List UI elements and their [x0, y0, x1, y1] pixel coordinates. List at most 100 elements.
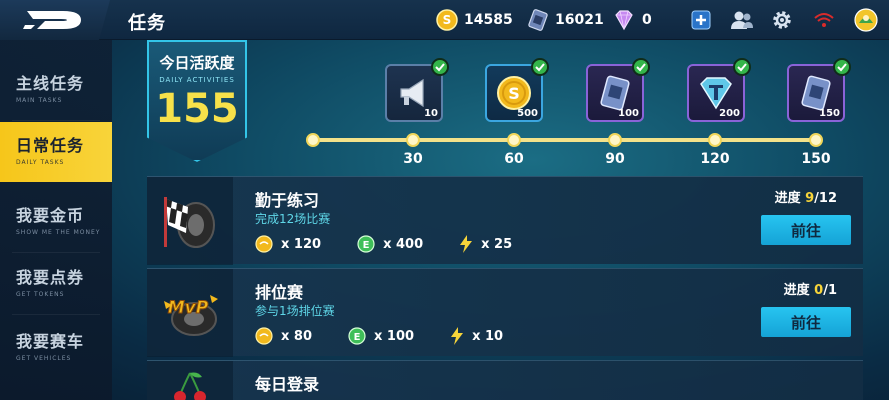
- mvp-tire-icon: MvP: [164, 295, 218, 336]
- milestone-reward-120[interactable]: 200: [687, 58, 751, 122]
- energy-reward: x 10: [450, 327, 503, 345]
- sidebar-item-sublabel: GET VEHICLES: [16, 355, 72, 362]
- coin-reward: x 120: [255, 235, 321, 253]
- card-icon: [528, 9, 548, 31]
- progress-current: 0: [814, 283, 824, 298]
- task-title: 每日登录: [255, 375, 320, 394]
- checkered-flag-tire-icon: [164, 197, 215, 248]
- track-label: 30: [403, 151, 423, 167]
- svg-text:S: S: [508, 84, 520, 103]
- plus-icon[interactable]: [689, 8, 713, 32]
- milestone-reward-60[interactable]: S 500: [485, 58, 549, 122]
- sidebar-item-label: 我要赛车: [16, 332, 85, 351]
- reward-quantity: 10: [424, 108, 438, 119]
- reward-quantity: 500: [517, 108, 538, 119]
- exp-reward-amount: x 400: [383, 236, 424, 252]
- friends-icon[interactable]: [730, 8, 754, 32]
- divider: [12, 252, 100, 253]
- go-button[interactable]: 前往: [761, 307, 851, 337]
- check-icon: [632, 58, 650, 76]
- gear-icon[interactable]: [770, 8, 794, 32]
- track-label: 60: [504, 151, 524, 167]
- sidebar-item-get-vehicles[interactable]: 我要赛车 GET VEHICLES: [0, 318, 112, 378]
- top-bar: 任务 S 14585 16021 0: [0, 0, 889, 40]
- sidebar-item-label: 主线任务: [16, 74, 85, 93]
- svg-text:MvP: MvP: [168, 298, 209, 318]
- wifi-signal-icon: [812, 8, 836, 32]
- card-icon: [600, 75, 630, 111]
- sidebar-item-label: 我要点券: [16, 268, 85, 287]
- sidebar-item-main-tasks[interactable]: 主线任务 MAIN TASKS: [0, 60, 112, 120]
- exp-reward: E x 100: [348, 327, 414, 345]
- diamond-balance: 0: [612, 8, 652, 32]
- card-count: 16021: [555, 12, 604, 28]
- svg-text:E: E: [354, 332, 361, 343]
- sidebar-item-sublabel: GET TOKENS: [16, 291, 65, 298]
- check-icon: [833, 58, 851, 76]
- task-card: MvP 排位赛 参与1场排位赛 x 80 E x 100 x 10 进度 0/1…: [147, 268, 863, 357]
- track-start-dot: [306, 133, 320, 147]
- page-title: 任务: [128, 13, 166, 34]
- sidebar-item-get-tokens[interactable]: 我要点券 GET TOKENS: [0, 254, 112, 314]
- task-title: 勤于练习: [255, 191, 320, 210]
- task-card: 勤于练习 完成12场比赛 x 120 E x 400 x 25 进度 9/12 …: [147, 176, 863, 265]
- track-dot-150: [809, 133, 823, 147]
- track-dot-30: [406, 133, 420, 147]
- milestone-reward-90[interactable]: 100: [586, 58, 650, 122]
- task-icon-block: [147, 361, 233, 400]
- coin-balance: S 14585: [436, 8, 513, 32]
- sidebar-item-sublabel: MAIN TASKS: [16, 97, 63, 104]
- energy-reward: x 25: [459, 235, 512, 253]
- sidebar-item-sublabel: DAILY TASKS: [16, 159, 65, 166]
- coin-icon: [255, 235, 273, 253]
- avatar-icon[interactable]: [854, 8, 878, 32]
- lightning-icon: [460, 235, 473, 253]
- progress-current: 9: [805, 191, 815, 206]
- diamond-card-icon: [700, 77, 732, 110]
- svg-text:E: E: [363, 240, 370, 251]
- speaker-icon: [400, 78, 424, 108]
- activity-progress-track: [312, 138, 816, 142]
- sidebar-item-daily-tasks[interactable]: 日常任务 DAILY TASKS: [0, 122, 112, 182]
- go-button[interactable]: 前往: [761, 215, 851, 245]
- svg-text:S: S: [443, 13, 452, 27]
- progress-total: /12: [814, 191, 837, 206]
- divider: [12, 120, 100, 121]
- cherry-icon: [174, 372, 206, 400]
- progress-label: 进度: [783, 283, 810, 298]
- coin-reward-amount: x 80: [281, 328, 313, 344]
- sidebar-item-get-coins[interactable]: 我要金币 SHOW ME THE MONEY: [0, 192, 112, 252]
- milestone-reward-30[interactable]: 10: [385, 58, 449, 122]
- reward-quantity: 200: [719, 108, 740, 119]
- track-dot-120: [708, 133, 722, 147]
- coin-count: 14585: [464, 12, 513, 28]
- milestone-reward-150[interactable]: 150: [787, 58, 851, 122]
- card-balance: 16021: [527, 8, 604, 32]
- coin-reward-amount: x 120: [281, 236, 322, 252]
- reward-quantity: 150: [819, 108, 840, 119]
- check-icon: [531, 58, 549, 76]
- task-card: 每日登录: [147, 360, 863, 400]
- track-dot-90: [608, 133, 622, 147]
- energy-reward-amount: x 25: [481, 236, 513, 252]
- coin-icon: S: [497, 76, 531, 110]
- lightning-icon: [451, 327, 464, 345]
- exp-icon: E: [348, 327, 366, 345]
- track-label: 150: [801, 151, 831, 167]
- game-logo-icon[interactable]: [0, 0, 110, 40]
- progress-label: 进度: [774, 191, 801, 206]
- task-progress: 进度 0/1: [784, 279, 837, 298]
- check-icon: [733, 58, 751, 76]
- check-icon: [431, 58, 449, 76]
- exp-reward-amount: x 100: [374, 328, 415, 344]
- reward-quantity: 100: [618, 108, 639, 119]
- daily-activity-badge: 今日活跃度 DAILY ACTIVITIES 155: [147, 40, 247, 162]
- task-icon-block: [147, 177, 233, 265]
- progress-total: /1: [823, 283, 837, 298]
- task-progress: 进度 9/12: [775, 187, 837, 206]
- sidebar-item-label: 我要金币: [16, 206, 85, 225]
- track-dot-60: [507, 133, 521, 147]
- sidebar-item-sublabel: SHOW ME THE MONEY: [16, 229, 101, 236]
- diamond-icon: [615, 10, 633, 31]
- diamond-count: 0: [642, 12, 652, 28]
